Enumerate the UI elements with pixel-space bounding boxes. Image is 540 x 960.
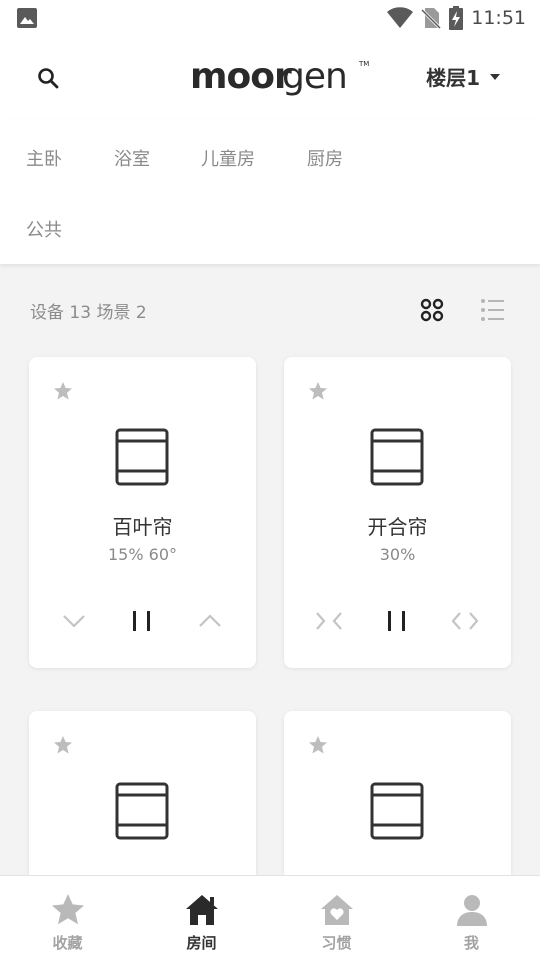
status-bar: 11:51 <box>0 0 540 36</box>
no-sim-icon <box>421 8 442 29</box>
svg-text:gen: gen <box>282 56 347 97</box>
nav-favorites[interactable]: 收藏 <box>0 876 135 960</box>
star-icon <box>52 894 84 925</box>
pause-icon[interactable] <box>127 607 157 635</box>
close-curtain-icon[interactable] <box>314 607 344 635</box>
caret-down-icon <box>490 73 500 80</box>
clock: 11:51 <box>471 7 526 29</box>
tab-room-1[interactable]: 主卧 <box>26 145 62 171</box>
bottom-nav: 收藏 房间 习惯 我 <box>0 875 540 960</box>
tab-room-5[interactable]: 公共 <box>26 216 62 242</box>
device-status: 15% 60° <box>107 545 177 564</box>
device-card[interactable]: 开合帘 30% <box>284 357 511 668</box>
tab-room-2[interactable]: 浴室 <box>114 145 150 171</box>
chevron-up-icon[interactable] <box>195 607 225 635</box>
nav-label: 收藏 <box>52 934 83 952</box>
wifi-icon <box>387 7 414 29</box>
nav-label: 我 <box>463 934 479 952</box>
list-view-icon[interactable] <box>479 297 505 323</box>
chevron-down-icon[interactable] <box>59 607 89 635</box>
nav-label: 房间 <box>186 934 217 952</box>
app-header: moor gen TM 楼层1 <box>0 36 540 120</box>
svg-text:moor: moor <box>190 56 292 97</box>
grid-view-icon[interactable] <box>419 297 445 323</box>
tab-room-4[interactable]: 厨房 <box>307 145 343 171</box>
device-card[interactable]: 百叶帘 15% 60° <box>29 357 256 668</box>
battery-charging-icon <box>449 6 464 30</box>
blind-icon <box>115 428 169 486</box>
home-icon <box>186 895 218 925</box>
moorgen-logo: moor gen TM <box>190 56 369 97</box>
blind-icon <box>370 782 424 840</box>
tab-room-3[interactable]: 儿童房 <box>201 145 255 171</box>
room-tabs: 主卧 浴室 儿童房 厨房 公共 <box>0 120 540 264</box>
device-scene-count: 设备 13 场景 2 <box>30 303 147 323</box>
curtain-icon <box>370 428 424 486</box>
nav-rooms[interactable]: 房间 <box>134 876 269 960</box>
nav-habits[interactable]: 习惯 <box>269 876 404 960</box>
favorite-star-icon[interactable] <box>308 735 328 755</box>
device-name: 百叶帘 <box>112 515 173 539</box>
open-curtain-icon[interactable] <box>450 607 480 635</box>
svg-text:TM: TM <box>358 60 369 68</box>
device-status: 30% <box>379 545 416 564</box>
favorite-star-icon[interactable] <box>53 735 73 755</box>
floor-selector[interactable]: 楼层1 <box>426 62 500 91</box>
heart-home-icon <box>321 895 353 925</box>
nav-label: 习惯 <box>321 934 352 952</box>
user-icon <box>457 895 487 926</box>
nav-me[interactable]: 我 <box>404 876 539 960</box>
search-icon[interactable] <box>36 66 60 90</box>
device-name: 开合帘 <box>367 515 428 539</box>
blind-icon <box>115 782 169 840</box>
pause-icon[interactable] <box>382 607 412 635</box>
favorite-star-icon[interactable] <box>308 381 328 401</box>
image-notification-icon <box>17 8 37 28</box>
floor-label: 楼层1 <box>426 66 480 90</box>
favorite-star-icon[interactable] <box>53 381 73 401</box>
